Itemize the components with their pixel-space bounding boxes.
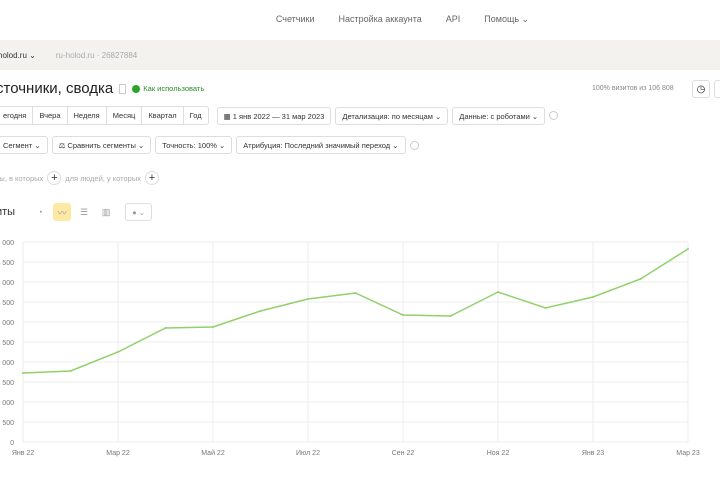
data-point: [449, 315, 452, 317]
segment-toolbar: Сегмент ⌄ ⚖ Сравнить сегменты ⌄ Точность…: [0, 136, 419, 154]
line-chart-icon[interactable]: 〰: [53, 203, 72, 221]
x-tick-label: Мар 23: [676, 450, 700, 457]
y-tick-label: 2 000: [0, 360, 14, 367]
y-tick-label: 4 000: [0, 280, 14, 287]
help-icon[interactable]: [549, 111, 559, 120]
x-tick-label: Сен 22: [392, 450, 415, 457]
data-point: [164, 327, 167, 329]
x-tick-label: Мар 22: [106, 450, 130, 457]
comment-menu-label: ⌄: [138, 208, 146, 217]
x-tick-label: Янв 23: [582, 450, 604, 457]
y-tick-label: 5 000: [0, 240, 14, 247]
clock-icon[interactable]: ◷: [692, 80, 710, 98]
page-title-row: сточники, сводка Как использовать: [0, 80, 204, 97]
period-selector: егодня Вчера Неделя Месяц Квартал Год: [0, 106, 209, 125]
x-tick-label: Ноя 22: [487, 450, 510, 457]
period-toolbar: егодня Вчера Неделя Месяц Квартал Год ▦ …: [0, 106, 559, 125]
comment-icon: ●: [132, 208, 139, 217]
view-toolbar: иты ◔ 〰 ☰ ▥ ● ⌄: [0, 203, 153, 221]
compare-label: Сравнить сегменты ⌄: [67, 141, 145, 150]
detail-dropdown[interactable]: Детализация: по месяцам ⌄: [335, 106, 449, 125]
period-month[interactable]: Месяц: [107, 107, 143, 124]
help-icon[interactable]: [409, 140, 419, 150]
data-point: [687, 248, 689, 250]
data-point: [259, 310, 262, 312]
segment-dropdown[interactable]: Сегмент ⌄: [0, 136, 48, 154]
data-point: [544, 307, 547, 309]
bar-chart-icon[interactable]: ▥: [97, 203, 115, 221]
x-tick-label: Янв 22: [12, 450, 34, 457]
period-yesterday[interactable]: Вчера: [33, 107, 68, 124]
counter-bar: holod.ru ⌄ ru-holod.ru · 26827884: [0, 40, 720, 70]
add-visit-filter-button[interactable]: +: [47, 171, 62, 185]
data-point: [69, 370, 72, 372]
y-tick-label: 3 500: [0, 300, 14, 307]
y-tick-label: 500: [2, 420, 14, 427]
period-week[interactable]: Неделя: [68, 107, 107, 124]
data-point: [117, 351, 119, 353]
y-tick-label: 1 500: [0, 380, 14, 387]
calendar-icon: ▦: [223, 111, 233, 121]
data-point: [212, 326, 214, 328]
visits-line-chart: 0 500 1 000 1 500 2 000 2 500 3 000 3 500 4 000 4…: [0, 240, 700, 457]
data-point: [402, 314, 404, 316]
info-icon: [132, 84, 141, 93]
data-point: [354, 292, 357, 294]
series-line: [22, 248, 689, 374]
x-tick-label: Июл 22: [296, 450, 320, 457]
period-quarter[interactable]: Квартал: [142, 107, 184, 124]
nav-api[interactable]: API: [446, 14, 461, 24]
x-tick-label: Май 22: [201, 449, 225, 457]
date-range-button[interactable]: ▦ 1 янв 2022 — 31 мар 2023: [216, 106, 332, 125]
y-tick-label: 3 000: [0, 320, 14, 327]
top-nav: Счетчики Настройка аккаунта API Помощь ⌄: [0, 0, 720, 38]
attribution-dropdown[interactable]: Атрибуция: Последний значимый переход ⌄: [236, 136, 406, 154]
accuracy-dropdown[interactable]: Точность: 100% ⌄: [155, 136, 233, 154]
filter-row: ты, в которых + для людей, у которых +: [0, 171, 159, 185]
people-filter-label: для людей, у которых: [65, 173, 141, 183]
data-point: [22, 372, 24, 374]
period-today[interactable]: егодня: [0, 107, 34, 124]
data-point: [307, 298, 309, 300]
y-tick-label: 4 500: [0, 260, 14, 267]
bookmark-icon[interactable]: [119, 83, 127, 94]
nav-help[interactable]: Помощь ⌄: [484, 14, 529, 25]
data-point: [592, 296, 594, 298]
nav-counters[interactable]: Счетчики: [276, 14, 315, 24]
data-point: [497, 291, 499, 293]
period-year[interactable]: Год: [184, 107, 208, 124]
visits-filter-label: ты, в которых: [0, 173, 44, 183]
date-range-label: 1 янв 2022 — 31 мар 2023: [232, 111, 325, 121]
export-button[interactable]: [714, 80, 720, 98]
data-mode-dropdown[interactable]: Данные: с роботами ⌄: [452, 106, 546, 125]
counter-id: ru-holod.ru · 26827884: [55, 50, 138, 60]
how-to-use-link[interactable]: Как использовать: [132, 84, 204, 93]
add-people-filter-button[interactable]: +: [144, 171, 159, 185]
nav-account-settings[interactable]: Настройка аккаунта: [338, 14, 421, 24]
chart-title: иты: [0, 206, 16, 218]
compare-segments-dropdown[interactable]: ⚖ Сравнить сегменты ⌄: [51, 136, 152, 154]
page-title: сточники, сводка: [0, 80, 114, 97]
pie-chart-icon[interactable]: ◔: [31, 203, 49, 221]
y-tick-label: 0: [10, 440, 14, 447]
data-point: [639, 278, 642, 280]
y-tick-label: 1 000: [0, 400, 14, 407]
how-to-use-label: Как использовать: [143, 84, 205, 93]
comment-dropdown[interactable]: ● ⌄: [125, 203, 153, 221]
y-tick-label: 2 500: [0, 340, 14, 347]
stacked-chart-icon[interactable]: ☰: [75, 203, 93, 221]
counter-selector[interactable]: holod.ru ⌄: [0, 51, 36, 60]
visits-sample: 100% визитов из 106 808: [592, 85, 674, 92]
